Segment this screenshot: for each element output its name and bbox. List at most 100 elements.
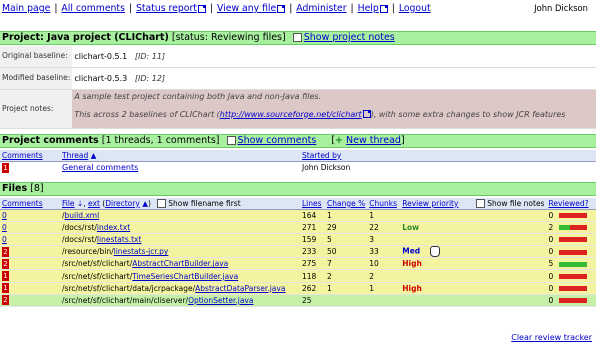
show-file-notes-label[interactable]: Show file notes [487,199,544,208]
col-change[interactable]: Change % [327,199,365,208]
nav-all-comments[interactable]: All comments [61,3,125,14]
file-row: 0/docs/rst/index.txt 271 29 22 Low 2 [0,221,596,234]
comment-count-badge[interactable]: 1 [2,162,9,173]
project-name: Java project (CLIChart) [47,32,169,43]
files-table: Comments File ⇣, ext (Directory ▲) Show … [0,198,596,308]
nav-status-report[interactable]: Status report [136,3,197,14]
review-progress-bar [559,286,588,292]
file-change-percent [325,294,368,308]
show-project-notes-checkbox[interactable] [292,33,302,42]
col-lines[interactable]: Lines [302,199,322,208]
review-priority-badge: Med [402,246,421,256]
comments-header: Project comments [1 threads, 1 comments]… [0,134,596,148]
file-reviewed-count: 5 [548,259,554,269]
comments-title: Project comments [2,135,99,146]
thread-link[interactable]: General comments [62,163,138,172]
file-comment-count[interactable]: 0 [2,223,7,232]
file-chunks: 33 [367,245,401,259]
file-directory: /src/net/sf/clichart/ [62,259,133,269]
col-chunks[interactable]: Chunks [369,199,397,208]
show-filename-first-label[interactable]: Show filename first [168,199,240,208]
file-name-link[interactable]: build.xml [65,211,100,220]
col-started-by[interactable]: Started by [302,151,341,160]
file-name-link[interactable]: AbstractChartBuilder.java [132,259,228,268]
show-file-notes-checkbox[interactable] [476,199,486,208]
modified-baseline-value: clichart-0.5.3 [ID: 12] [72,67,596,90]
file-reviewed-count: 2 [548,222,554,232]
file-comment-count[interactable]: 1 [2,283,9,294]
show-project-notes-label[interactable]: Show project notes [304,32,395,43]
file-name-link[interactable]: linestats-jcr.py [114,247,169,256]
mouse-cursor-icon [430,246,441,257]
review-progress-bar [559,249,588,255]
file-directory: /docs/rst/ [62,222,97,232]
file-name-link[interactable]: TimeSeriesChartBuilder.java [132,272,238,281]
review-priority-badge: High [402,283,422,293]
nav-view-any-file[interactable]: View any file [217,3,276,14]
original-baseline-value: clichart-0.5.1 [ID: 11] [72,46,596,68]
nav-help[interactable]: Help [358,3,379,14]
file-row: 2/src/net/sf/clichart/main/cliserver/Opt… [0,294,596,308]
top-nav: Main page | All comments | Status report… [2,3,588,14]
sort-up-icon: ▲ [142,198,148,208]
project-status: [status: Reviewing files] [171,32,286,43]
nav-logout[interactable]: Logout [399,3,431,14]
project-notes-link[interactable]: http://www.sourceforge.net/clichart [220,110,362,119]
external-link-icon [277,4,286,13]
file-name-link[interactable]: linestats.txt [97,235,142,244]
file-directory: /src/net/sf/clichart/main/cliserver/ [62,295,189,305]
comment-thread-row: 1 General comments John Dickson [0,161,596,174]
file-lines: 159 [300,233,325,247]
file-lines: 262 [300,282,325,295]
nav-administer[interactable]: Administer [296,3,346,14]
nav-main-page[interactable]: Main page [2,3,50,14]
original-baseline-label: Original baseline: [0,46,73,68]
file-comment-count[interactable]: 0 [2,235,7,244]
file-comment-count[interactable]: 2 [2,258,9,269]
col-comments[interactable]: Comments [2,151,43,160]
file-lines: 164 [300,209,325,222]
col-reviewed[interactable]: Reviewed? [548,199,588,208]
review-progress-bar [559,237,588,243]
file-row: 0/docs/rst/linestats.txt 159 5 3 0 [0,233,596,247]
file-chunks [367,294,401,308]
file-name-link[interactable]: AbstractDataParser.java [195,284,285,293]
col-thread[interactable]: Thread [62,151,88,160]
files-title: Files [2,183,28,194]
file-comment-count[interactable]: 2 [2,246,9,257]
col-review-priority[interactable]: Review priority [402,199,458,208]
project-header: Project: Java project (CLIChart) [status… [0,31,596,45]
file-chunks: 2 [367,269,401,283]
review-progress-fill [559,261,588,267]
file-change-percent: 1 [325,209,368,222]
review-progress-bar [559,225,588,231]
file-change-percent: 2 [325,269,368,283]
show-comments-checkbox[interactable] [226,136,236,145]
file-change-percent: 1 [325,282,368,295]
show-comments-label[interactable]: Show comments [238,135,317,146]
file-change-percent: 7 [325,257,368,271]
file-row: 1/src/net/sf/clichart/data/jcrpackage/Ab… [0,282,596,295]
col-ext[interactable]: ext [88,199,100,208]
clear-review-tracker-link[interactable]: Clear review tracker [511,333,592,342]
file-lines: 25 [300,294,325,308]
files-header: Files [8] [0,182,596,196]
comments-count: [1 threads, 1 comments] [101,135,220,146]
file-directory: /docs/rst/ [62,234,97,244]
review-progress-bar [559,298,588,304]
file-comment-count[interactable]: 2 [2,295,9,306]
show-filename-first-checkbox[interactable] [157,199,167,208]
file-change-percent: 29 [325,221,368,234]
new-thread-link[interactable]: New thread [346,135,401,146]
file-comment-count[interactable]: 1 [2,271,9,282]
col-file-comments[interactable]: Comments [2,199,43,208]
col-file[interactable]: File [62,199,75,208]
file-comment-count[interactable]: 0 [2,211,7,220]
file-name-link[interactable]: index.txt [97,223,130,232]
file-name-link[interactable]: OptionSetter.java [188,296,253,305]
file-directory: /src/net/sf/clichart/data/jcrpackage/ [62,283,196,293]
review-priority-badge: High [402,259,422,269]
col-directory[interactable]: Directory [105,199,140,208]
review-progress-bar [559,261,588,267]
file-lines: 271 [300,221,325,234]
